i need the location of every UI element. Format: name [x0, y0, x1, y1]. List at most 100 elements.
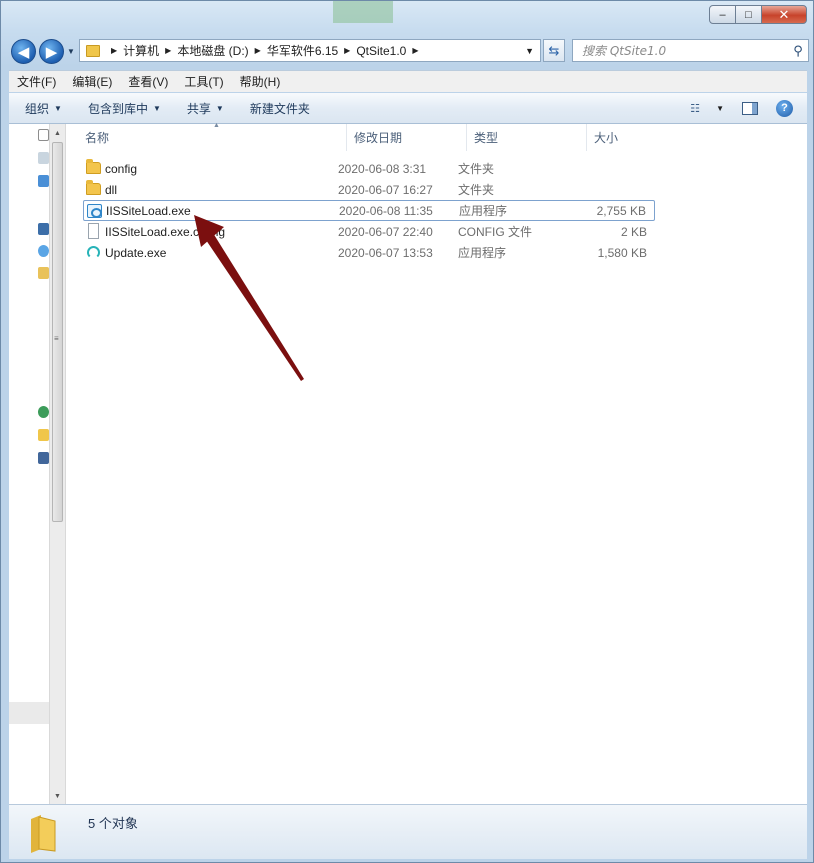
network-computer-icon[interactable] — [38, 452, 49, 464]
folder-icon — [31, 815, 56, 853]
column-headers: ▲ 名称 修改日期 类型 大小 — [67, 122, 807, 151]
breadcrumb-computer[interactable]: 计算机 — [123, 42, 159, 59]
new-folder-button[interactable]: 新建文件夹 — [234, 100, 320, 117]
share-button[interactable]: 共享 ▼ — [171, 100, 234, 117]
breadcrumb-current[interactable]: QtSite1.0 — [356, 44, 406, 58]
navpane-scrollbar[interactable]: ▲ ≡ ▼ — [49, 124, 66, 804]
forward-button[interactable]: ▶ — [39, 39, 64, 64]
back-arrow-icon: ◀ — [17, 43, 30, 61]
file-date: 2020-06-07 13:53 — [338, 245, 433, 260]
maximize-button[interactable]: □ — [735, 5, 762, 24]
file-list: ▲ 名称 修改日期 类型 大小 config 2020-06-08 3:31 文… — [67, 122, 807, 804]
menu-bar: 文件(F) 编辑(E) 查看(V) 工具(T) 帮助(H) — [9, 70, 807, 92]
address-dropdown-icon[interactable]: ▼ — [525, 46, 534, 56]
file-date: 2020-06-08 11:35 — [339, 203, 433, 218]
file-date: 2020-06-07 22:40 — [338, 224, 433, 239]
file-row-dll[interactable]: dll 2020-06-07 16:27 文件夹 — [83, 179, 655, 200]
command-bar: 组织 ▼ 包含到库中 ▼ 共享 ▼ 新建文件夹 ☷ ▼ ? — [9, 93, 807, 124]
preview-pane-icon[interactable] — [742, 101, 758, 115]
chevron-right-icon[interactable]: ▶ — [111, 46, 117, 55]
chevron-right-icon[interactable]: ▶ — [344, 46, 350, 55]
file-row-iissiteload-exe[interactable]: IISSiteLoad.exe 2020-06-08 11:35 应用程序 2,… — [83, 200, 655, 221]
menu-view[interactable]: 查看(V) — [120, 73, 176, 90]
new-folder-label: 新建文件夹 — [249, 101, 310, 116]
navigation-bar: ◀ ▶ ▼ ▶ 计算机 ▶ 本地磁盘 (D:) ▶ 华军软件6.15 ▶ QtS… — [9, 37, 809, 65]
organize-button[interactable]: 组织 ▼ — [9, 100, 72, 117]
breadcrumb-drive[interactable]: 本地磁盘 (D:) — [177, 42, 248, 59]
recent-pages-dropdown[interactable]: ▼ — [67, 47, 75, 56]
search-input[interactable] — [573, 43, 788, 58]
content-area: ▲ ≡ ▼ ▲ 名称 修改日期 类型 大小 config 2020-06-08 … — [9, 122, 807, 804]
file-row-update-exe[interactable]: Update.exe 2020-06-07 13:53 应用程序 1,580 K… — [83, 242, 655, 263]
column-header-type[interactable]: 类型 — [467, 124, 587, 151]
item-count: 5 个对象 — [88, 816, 138, 831]
document-icon[interactable] — [38, 129, 49, 141]
library-icon[interactable] — [38, 152, 49, 164]
grip-icon: ≡ — [54, 334, 59, 343]
refresh-icon: ⇆ — [548, 42, 560, 58]
column-header-size[interactable]: 大小 — [587, 124, 707, 151]
chevron-down-icon: ▼ — [215, 103, 224, 113]
file-date: 2020-06-08 3:31 — [338, 161, 427, 176]
network-share-icon[interactable] — [38, 406, 49, 418]
file-date: 2020-06-07 16:27 — [338, 182, 433, 197]
file-name: dll — [105, 182, 118, 197]
update-icon — [87, 246, 100, 259]
scroll-up-icon[interactable]: ▲ — [54, 130, 61, 137]
breadcrumb-folder[interactable]: 华军软件6.15 — [267, 42, 338, 59]
file-name: IISSiteLoad.exe.config — [105, 224, 226, 239]
file-type: CONFIG 文件 — [458, 225, 532, 239]
scroll-down-icon[interactable]: ▼ — [54, 793, 61, 800]
refresh-button[interactable]: ⇆ — [543, 39, 565, 62]
file-size: 1,580 KB — [597, 245, 647, 260]
folder-icon — [86, 180, 101, 195]
back-button[interactable]: ◀ — [11, 39, 36, 64]
search-icon[interactable]: ⚲ — [788, 43, 808, 59]
file-row-iissiteload-config[interactable]: IISSiteLoad.exe.config 2020-06-07 22:40 … — [83, 221, 655, 242]
file-type: 应用程序 — [459, 204, 508, 218]
organize-label: 组织 — [25, 101, 50, 116]
close-button[interactable]: ✕ — [761, 5, 807, 24]
chevron-right-icon[interactable]: ▶ — [255, 46, 261, 55]
search-box[interactable]: ⚲ — [572, 39, 809, 62]
scrollbar-thumb[interactable] — [52, 142, 63, 522]
network-icon[interactable] — [38, 245, 49, 257]
document-icon — [88, 223, 99, 239]
minimize-button[interactable]: ‒ — [709, 5, 736, 24]
column-header-date[interactable]: 修改日期 — [347, 124, 467, 151]
address-bar[interactable]: ▶ 计算机 ▶ 本地磁盘 (D:) ▶ 华军软件6.15 ▶ QtSite1.0… — [79, 39, 541, 62]
menu-edit[interactable]: 编辑(E) — [64, 73, 120, 90]
file-size: 2,755 KB — [596, 203, 646, 218]
file-row-config[interactable]: config 2020-06-08 3:31 文件夹 — [83, 158, 655, 179]
share-label: 共享 — [186, 101, 211, 116]
breadcrumb: ▶ 计算机 ▶ 本地磁盘 (D:) ▶ 华军软件6.15 ▶ QtSite1.0… — [105, 42, 425, 59]
titlebar-decoration — [333, 1, 393, 23]
menu-tools[interactable]: 工具(T) — [176, 73, 231, 90]
file-name: config — [105, 161, 138, 176]
file-name: IISSiteLoad.exe — [106, 203, 191, 218]
menu-file[interactable]: 文件(F) — [9, 73, 64, 90]
menu-help[interactable]: 帮助(H) — [232, 73, 289, 90]
app-icon — [87, 204, 102, 218]
chevron-down-icon: ▼ — [152, 103, 161, 113]
drive-icon[interactable] — [38, 267, 49, 279]
include-library-button[interactable]: 包含到库中 ▼ — [72, 100, 171, 117]
computer-icon[interactable] — [38, 223, 49, 235]
chevron-right-icon[interactable]: ▶ — [412, 46, 418, 55]
homegroup-icon[interactable] — [38, 175, 49, 187]
explorer-window: ‒ □ ✕ ◀ ▶ ▼ ▶ 计算机 ▶ 本地磁盘 (D:) ▶ 华军软件6.15… — [0, 0, 814, 863]
help-icon[interactable]: ? — [776, 99, 793, 117]
chevron-down-icon: ▼ — [54, 103, 62, 113]
file-type: 文件夹 — [458, 183, 495, 197]
change-view-icon[interactable]: ☷ — [690, 102, 706, 115]
window-controls: ‒ □ ✕ — [709, 5, 807, 24]
file-name: Update.exe — [105, 245, 167, 260]
file-type: 应用程序 — [458, 246, 507, 260]
file-type: 文件夹 — [458, 162, 495, 176]
chevron-right-icon[interactable]: ▶ — [165, 46, 171, 55]
include-library-label: 包含到库中 — [87, 101, 148, 116]
column-header-name[interactable]: 名称 — [67, 124, 347, 151]
navigation-pane[interactable] — [9, 124, 49, 804]
folder-icon[interactable] — [38, 429, 49, 441]
chevron-down-icon[interactable]: ▼ — [716, 104, 724, 113]
